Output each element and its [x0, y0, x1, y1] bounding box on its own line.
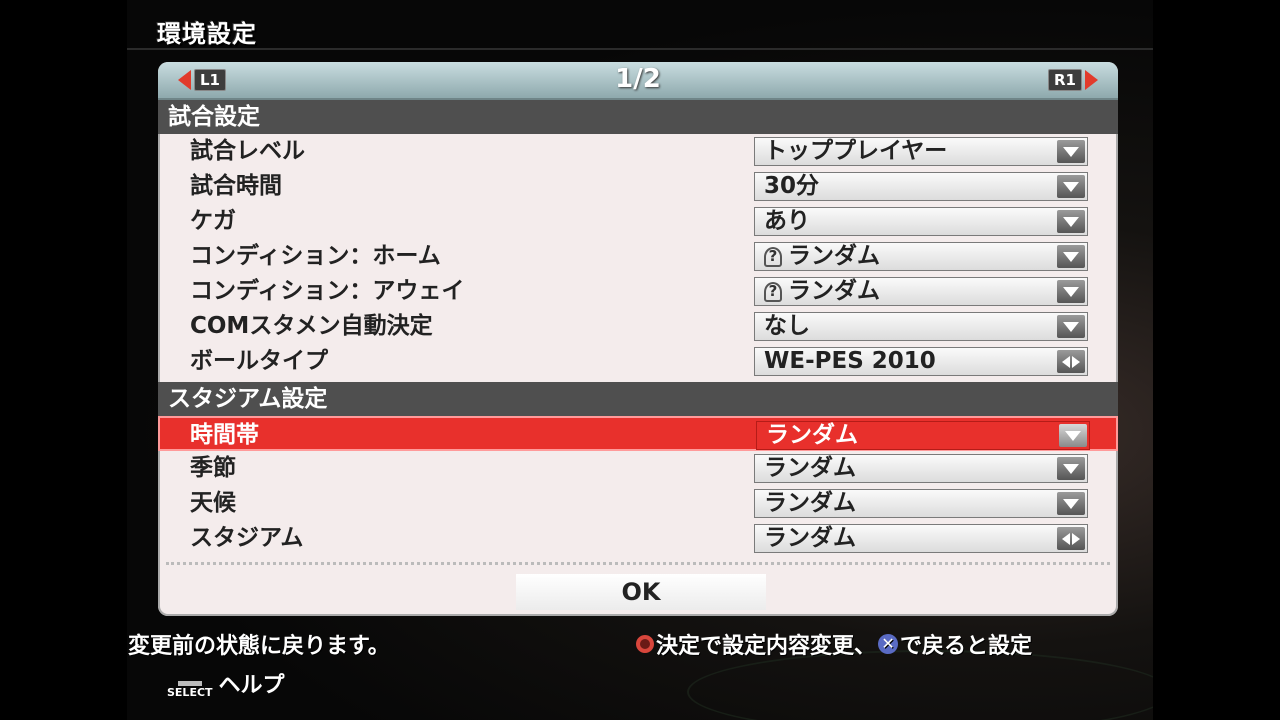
dropdown-arrow-icon [1057, 492, 1085, 515]
setting-value: WE-PES 2010 [764, 348, 936, 374]
dropdown-arrow-icon [1057, 315, 1085, 338]
help-label: ヘルプ [218, 673, 285, 698]
setting-label: 季節 [190, 455, 236, 481]
setting-dropdown[interactable]: なし [754, 312, 1088, 341]
setting-label: コンディション：ホーム [190, 243, 441, 269]
setting-row-stadium[interactable]: スタジアム ランダム [158, 521, 1118, 556]
setting-value: ランダム [788, 278, 880, 304]
setting-dropdown[interactable]: ランダム [756, 421, 1090, 450]
condition-icon: ? [764, 281, 782, 302]
ok-button[interactable]: OK [516, 574, 766, 610]
setting-selector[interactable]: ランダム [754, 524, 1088, 553]
setting-value: ランダム [766, 422, 858, 448]
setting-label: 試合レベル [190, 138, 305, 164]
page-bar: L1 1/2 R1 [158, 62, 1118, 100]
section-stadium-settings: スタジアム設定 [158, 382, 1118, 416]
setting-value: 30分 [764, 173, 820, 199]
setting-row-condition-home[interactable]: コンディション：ホーム ? ランダム [158, 239, 1118, 274]
setting-value: あり [764, 208, 810, 234]
screen-title: 環境設定 [157, 20, 257, 48]
setting-row-injury[interactable]: ケガ あり [158, 204, 1118, 239]
setting-label: COMスタメン自動決定 [190, 313, 433, 339]
page-next-button[interactable]: R1 [1048, 69, 1098, 91]
divider [166, 562, 1110, 565]
condition-icon: ? [764, 246, 782, 267]
circle-button-icon [636, 635, 654, 653]
help-description: 変更前の状態に戻ります。 [128, 634, 390, 659]
title-divider [127, 48, 1153, 50]
r1-button-chip: R1 [1048, 69, 1082, 91]
setting-dropdown[interactable]: 30分 [754, 172, 1088, 201]
hint-confirm-text: 決定で設定内容変更、 [656, 634, 877, 659]
setting-value: なし [764, 313, 810, 339]
setting-row-ball-type[interactable]: ボールタイプ WE-PES 2010 [158, 344, 1118, 379]
setting-row-season[interactable]: 季節 ランダム [158, 451, 1118, 486]
setting-dropdown[interactable]: トッププレイヤー [754, 137, 1088, 166]
dropdown-arrow-icon [1057, 280, 1085, 303]
setting-dropdown[interactable]: ? ランダム [754, 277, 1088, 306]
dropdown-arrow-icon [1057, 175, 1085, 198]
setting-label: ケガ [190, 208, 236, 234]
hint-back-text: で戻ると設定 [900, 634, 1033, 659]
setting-row-match-time[interactable]: 試合時間 30分 [158, 169, 1118, 204]
setting-row-time-of-day[interactable]: 時間帯 ランダム [158, 416, 1118, 451]
setting-dropdown[interactable]: あり [754, 207, 1088, 236]
setting-label: コンディション：アウェイ [190, 278, 465, 304]
left-right-arrows-icon [1057, 350, 1085, 373]
select-button-icon: SELECT [167, 681, 213, 699]
setting-row-weather[interactable]: 天候 ランダム [158, 486, 1118, 521]
select-help-button[interactable]: SELECT ヘルプ [167, 673, 285, 699]
select-chip-label: SELECT [167, 686, 213, 699]
dropdown-arrow-icon [1057, 457, 1085, 480]
setting-row-condition-away[interactable]: コンディション：アウェイ ? ランダム [158, 274, 1118, 309]
setting-dropdown[interactable]: ? ランダム [754, 242, 1088, 271]
setting-selector[interactable]: WE-PES 2010 [754, 347, 1088, 376]
setting-dropdown[interactable]: ランダム [754, 454, 1088, 483]
setting-label: 時間帯 [190, 422, 259, 448]
setting-value: ランダム [764, 455, 856, 481]
cross-button-icon: ✕ [878, 634, 899, 654]
setting-label: 天候 [190, 490, 236, 516]
dropdown-arrow-icon [1057, 210, 1085, 233]
setting-row-com-lineup[interactable]: COMスタメン自動決定 なし [158, 309, 1118, 344]
button-hint: 決定で設定内容変更、 ✕ で戻ると設定 [636, 628, 1032, 660]
setting-value: ランダム [764, 525, 856, 551]
setting-label: ボールタイプ [190, 348, 328, 374]
setting-label: スタジアム [190, 525, 304, 551]
arrow-right-icon [1085, 70, 1098, 90]
setting-label: 試合時間 [190, 173, 282, 199]
setting-dropdown[interactable]: ランダム [754, 489, 1088, 518]
dropdown-arrow-icon [1057, 140, 1085, 163]
dropdown-arrow-icon [1059, 424, 1087, 447]
setting-row-match-level[interactable]: 試合レベル トッププレイヤー [158, 134, 1118, 169]
setting-value: ランダム [788, 243, 880, 269]
setting-value: ランダム [764, 490, 856, 516]
left-right-arrows-icon [1057, 527, 1085, 550]
settings-panel: L1 1/2 R1 試合設定 試合レベル トッププレイヤー 試合時間 30分 ケ… [158, 62, 1118, 616]
page-indicator: 1/2 [615, 64, 661, 94]
setting-value: トッププレイヤー [764, 138, 948, 164]
dropdown-arrow-icon [1057, 245, 1085, 268]
section-match-settings: 試合設定 [158, 100, 1118, 134]
